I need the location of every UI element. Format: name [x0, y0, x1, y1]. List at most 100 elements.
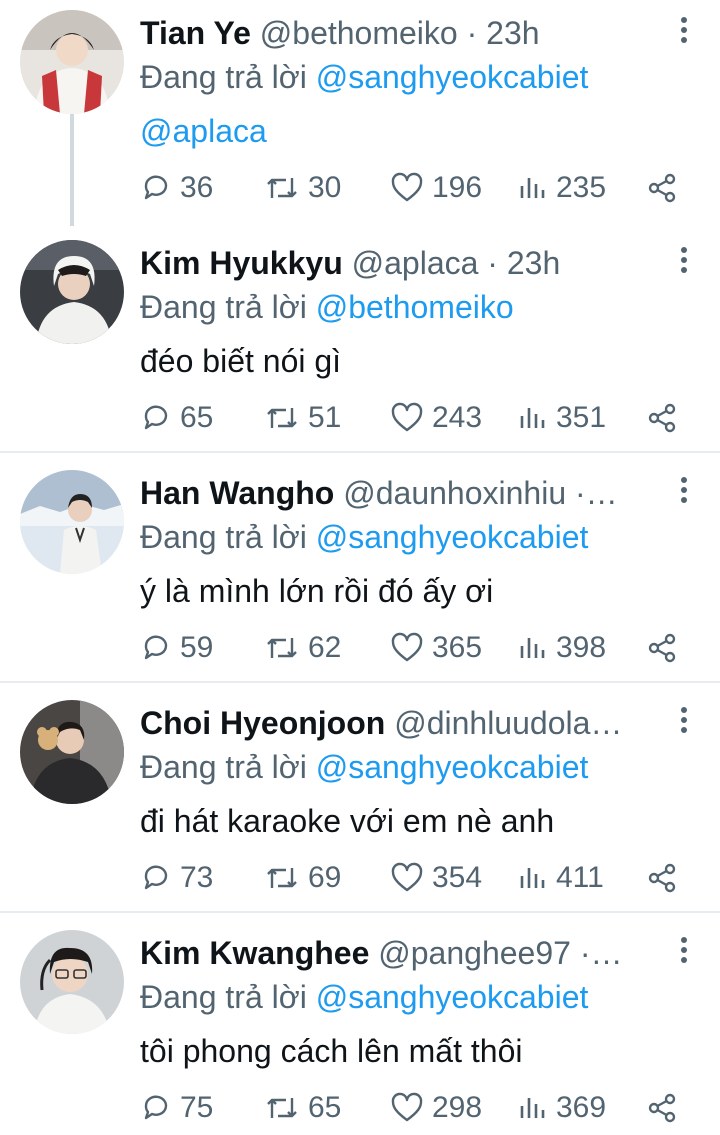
- replying-to: Đang trả lời @sanghyeokcabiet: [140, 974, 588, 1020]
- avatar[interactable]: [20, 700, 124, 804]
- mention-link[interactable]: @sanghyeokcabiet: [316, 979, 589, 1015]
- mention-link[interactable]: @sanghyeokcabiet: [316, 59, 589, 95]
- share-button[interactable]: [646, 172, 678, 209]
- display-name[interactable]: Kim Kwanghee: [140, 935, 369, 971]
- tweet[interactable]: Tian Ye @bethomeiko · 23h Đang trả lời @…: [0, 0, 720, 226]
- separator-dot: ·: [457, 15, 487, 51]
- tweet[interactable]: Kim Kwanghee @panghee97 ·… Đang trả lời …: [0, 920, 720, 1135]
- separator-dot: ·: [478, 245, 507, 281]
- reply-button[interactable]: 59: [140, 628, 213, 668]
- like-button[interactable]: 298: [390, 1088, 482, 1128]
- share-icon: [648, 403, 676, 433]
- views-button[interactable]: 398: [518, 628, 606, 668]
- like-count: 196: [432, 171, 483, 204]
- avatar[interactable]: [20, 930, 124, 1034]
- retweet-button[interactable]: 65: [264, 1088, 341, 1128]
- divider: [0, 451, 720, 453]
- share-button[interactable]: [646, 632, 678, 669]
- retweet-icon: [267, 868, 297, 888]
- tweet[interactable]: Han Wangho @daunhoxinhiu ·… Đang trả lời…: [0, 460, 720, 680]
- share-button[interactable]: [646, 862, 678, 899]
- like-count: 298: [432, 1091, 483, 1124]
- action-bar: 65 51 243 351: [140, 398, 700, 438]
- reply-button[interactable]: 36: [140, 168, 213, 208]
- retweet-icon: [267, 1098, 297, 1118]
- display-name[interactable]: Choi Hyeonjoon: [140, 705, 385, 741]
- view-count: 398: [556, 631, 607, 664]
- view-count: 235: [556, 171, 607, 204]
- views-button[interactable]: 235: [518, 168, 606, 208]
- more-options-button[interactable]: [674, 14, 694, 50]
- speech-bubble-icon: [144, 865, 168, 890]
- avatar[interactable]: [20, 470, 124, 574]
- replying-to: Đang trả lời @sanghyeokcabiet: [140, 744, 588, 790]
- user-handle[interactable]: @panghee97: [378, 935, 571, 971]
- share-button[interactable]: [646, 1092, 678, 1129]
- user-handle[interactable]: @bethomeiko: [260, 15, 458, 51]
- views-button[interactable]: 351: [518, 398, 606, 438]
- vertical-ellipsis-icon: [681, 17, 687, 23]
- vertical-ellipsis-icon: [681, 937, 687, 943]
- retweet-button[interactable]: 51: [264, 398, 341, 438]
- user-handle[interactable]: @aplaca: [352, 245, 479, 281]
- retweet-button[interactable]: 30: [264, 168, 341, 208]
- mention-link[interactable]: @bethomeiko: [316, 289, 514, 325]
- view-count: 411: [556, 861, 604, 894]
- vertical-ellipsis-icon: [681, 707, 687, 713]
- timestamp[interactable]: 23h: [486, 15, 539, 51]
- replying-to-label: Đang trả lời: [140, 519, 307, 555]
- like-button[interactable]: 354: [390, 858, 482, 898]
- vertical-ellipsis-icon: [681, 247, 687, 253]
- like-button[interactable]: 196: [390, 168, 482, 208]
- action-bar: 59 62 365 398: [140, 628, 700, 668]
- reply-count: 73: [180, 861, 214, 894]
- views-button[interactable]: 411: [518, 858, 604, 898]
- retweet-button[interactable]: 69: [264, 858, 341, 898]
- more-options-button[interactable]: [674, 704, 694, 740]
- views-button[interactable]: 369: [518, 1088, 606, 1128]
- user-handle[interactable]: @dinhluudola…: [394, 705, 622, 741]
- timestamp[interactable]: 23h: [507, 245, 560, 281]
- thread-line: [70, 114, 74, 226]
- share-button[interactable]: [646, 402, 678, 439]
- reply-feed: Tian Ye @bethomeiko · 23h Đang trả lời @…: [0, 0, 720, 1135]
- reply-count: 75: [180, 1091, 214, 1124]
- reply-button[interactable]: 65: [140, 398, 213, 438]
- action-bar: 75 65 298 369: [140, 1088, 700, 1128]
- avatar[interactable]: [20, 10, 124, 114]
- retweet-button[interactable]: 62: [264, 628, 341, 668]
- tweet-header: Choi Hyeonjoon @dinhluudola…: [140, 700, 664, 746]
- like-count: 243: [432, 401, 483, 434]
- retweet-icon: [267, 178, 297, 198]
- retweet-count: 62: [308, 631, 342, 664]
- mention-link-2[interactable]: @aplaca: [140, 108, 267, 154]
- retweet-count: 30: [308, 171, 342, 204]
- tweet-header: Tian Ye @bethomeiko · 23h: [140, 10, 664, 56]
- tweet-header: Kim Kwanghee @panghee97 ·…: [140, 930, 664, 976]
- reply-button[interactable]: 75: [140, 1088, 213, 1128]
- share-icon: [648, 173, 676, 203]
- mention-link[interactable]: @sanghyeokcabiet: [316, 749, 589, 785]
- tweet[interactable]: Choi Hyeonjoon @dinhluudola… Đang trả lờ…: [0, 690, 720, 910]
- bar-chart-icon: [520, 1098, 545, 1118]
- display-name[interactable]: Tian Ye: [140, 15, 251, 51]
- replying-to: Đang trả lời @bethomeiko: [140, 284, 514, 330]
- user-handle[interactable]: @daunhoxinhiu: [343, 475, 566, 511]
- more-options-button[interactable]: [674, 474, 694, 510]
- display-name[interactable]: Han Wangho: [140, 475, 334, 511]
- like-button[interactable]: 365: [390, 628, 482, 668]
- replying-to: Đang trả lời @sanghyeokcabiet: [140, 514, 588, 560]
- action-bar: 36 30 196 235: [140, 168, 700, 208]
- reply-button[interactable]: 73: [140, 858, 213, 898]
- bar-chart-icon: [520, 638, 545, 658]
- display-name[interactable]: Kim Hyukkyu: [140, 245, 343, 281]
- tweet[interactable]: Kim Hyukkyu @aplaca · 23h Đang trả lời @…: [0, 230, 720, 450]
- like-button[interactable]: 243: [390, 398, 482, 438]
- retweet-count: 69: [308, 861, 342, 894]
- retweet-count: 51: [308, 401, 342, 434]
- avatar[interactable]: [20, 240, 124, 344]
- mention-link[interactable]: @sanghyeokcabiet: [316, 519, 589, 555]
- separator-dot: ·…: [570, 935, 623, 971]
- more-options-button[interactable]: [674, 244, 694, 280]
- more-options-button[interactable]: [674, 934, 694, 970]
